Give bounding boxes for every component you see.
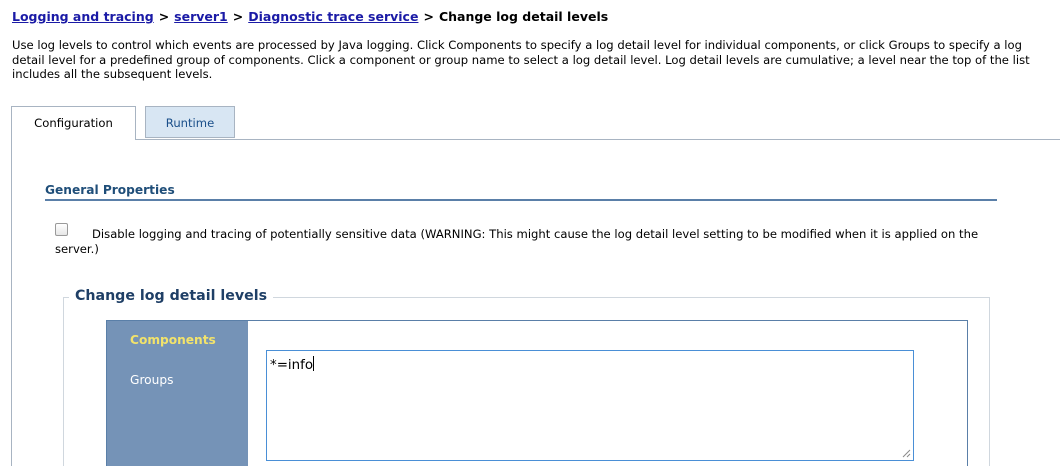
- breadcrumb-separator: >: [232, 9, 244, 24]
- page: Logging and tracing > server1 > Diagnostic t…: [0, 0, 1060, 466]
- breadcrumb-separator: >: [158, 9, 170, 24]
- breadcrumb: Logging and tracing > server1 > Diagnostic t…: [12, 9, 608, 24]
- text-caret: [313, 356, 315, 371]
- section-divider: [45, 199, 997, 201]
- tab-runtime[interactable]: Runtime: [145, 106, 235, 138]
- log-levels-legend: Change log detail levels: [69, 288, 274, 304]
- breadcrumb-current: Change log detail levels: [438, 9, 609, 24]
- nav-item-groups[interactable]: Groups: [130, 373, 173, 387]
- textarea-value: *=info: [270, 358, 314, 373]
- log-detail-levels-textarea[interactable]: *=info: [266, 350, 914, 461]
- intro-text: Use log levels to control which events a…: [12, 38, 1030, 81]
- tab-configuration[interactable]: Configuration: [11, 106, 136, 140]
- disable-sensitive-logging-checkbox[interactable]: [55, 223, 68, 236]
- resize-grip-icon[interactable]: [902, 449, 911, 458]
- log-levels-nav: Components Groups: [107, 321, 248, 466]
- general-properties-title: General Properties: [45, 183, 175, 197]
- nav-item-components[interactable]: Components: [130, 333, 216, 347]
- sensitive-data-checkbox-label: Disable logging and tracing of potential…: [55, 227, 979, 256]
- breadcrumb-link-logging-and-tracing[interactable]: Logging and tracing: [12, 9, 154, 24]
- breadcrumb-separator: >: [423, 9, 434, 24]
- breadcrumb-link-diagnostic-trace-service[interactable]: Diagnostic trace service: [248, 9, 418, 24]
- breadcrumb-link-server1[interactable]: server1: [174, 9, 228, 24]
